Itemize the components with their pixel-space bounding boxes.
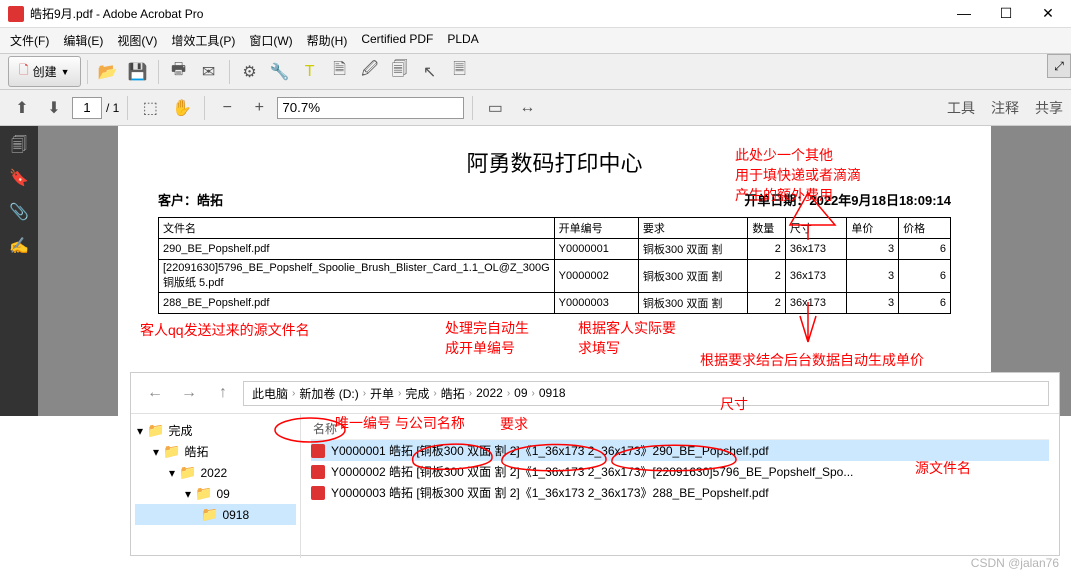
page-up-button[interactable]: ⬆ <box>8 94 36 122</box>
window-title: 皓拓9月.pdf - Adobe Acrobat Pro <box>30 5 203 22</box>
pdf-file-icon <box>311 486 325 500</box>
nav-up-button[interactable]: ↑ <box>209 379 237 407</box>
crumb[interactable]: 09 <box>514 386 527 400</box>
file-explorer: ← → ↑ 此电脑› 新加卷 (D:)› 开单› 完成› 皓拓› 2022› 0… <box>130 372 1060 556</box>
hand-tool[interactable]: ✋ <box>168 94 196 122</box>
zoom-out-button[interactable]: − <box>213 94 241 122</box>
app-icon <box>8 6 24 22</box>
close-button[interactable]: ✕ <box>1033 5 1063 22</box>
zoom-select[interactable] <box>277 97 464 119</box>
order-table: 文件名 开单编号 要求 数量 尺寸 单价 价格 290_BE_Popshelf.… <box>158 217 951 314</box>
watermark: CSDN @jalan76 <box>971 556 1059 570</box>
menu-file[interactable]: 文件(F) <box>10 32 49 49</box>
pages-panel-icon[interactable]: 🗐 <box>9 134 29 154</box>
menu-edit[interactable]: 编辑(E) <box>63 32 103 49</box>
signature-panel-icon[interactable]: ✍ <box>9 236 29 256</box>
menu-view[interactable]: 视图(V) <box>117 32 157 49</box>
create-icon: 🗋 <box>19 61 29 82</box>
left-sidebar: 🗐 🔖 📎 ✍ <box>0 126 38 416</box>
date-value: 2022年9月18日18:09:14 <box>809 193 951 208</box>
crumb[interactable]: 新加卷 (D:) <box>299 385 358 402</box>
file-header-name[interactable]: 名称 <box>311 418 1049 440</box>
crumb[interactable]: 皓拓 <box>441 385 465 402</box>
col-size: 尺寸 <box>785 218 846 239</box>
col-req: 要求 <box>638 218 747 239</box>
file-row[interactable]: Y0000003 皓拓 [铜板300 双面 割 2]《1_36x173 2_36… <box>311 482 1049 503</box>
table-row: 288_BE_Popshelf.pdfY0000003铜板300 双面 割236… <box>159 293 951 314</box>
col-filename: 文件名 <box>159 218 555 239</box>
tool-button-4[interactable]: 🗏 <box>446 58 474 86</box>
fit-page-button[interactable]: ▭ <box>481 94 509 122</box>
tool-button-3[interactable]: 🗐 <box>386 58 414 86</box>
select-tool[interactable]: ⬚ <box>136 94 164 122</box>
pdf-file-icon <box>311 444 325 458</box>
menu-certified[interactable]: Certified PDF <box>361 32 433 49</box>
stamp-button[interactable]: 🖉 <box>356 58 384 86</box>
menu-bar: 文件(F) 编辑(E) 视图(V) 增效工具(P) 窗口(W) 帮助(H) Ce… <box>0 28 1071 54</box>
tool-button-1[interactable]: 🔧 <box>266 58 294 86</box>
chevron-down-icon: ▼ <box>61 67 70 77</box>
toolbar-nav: ⬆ ⬇ / 1 ⬚ ✋ − + ▭ ↔ 工具 注释 共享 <box>0 90 1071 126</box>
tab-comment[interactable]: 注释 <box>991 98 1019 118</box>
breadcrumb-bar[interactable]: 此电脑› 新加卷 (D:)› 开单› 完成› 皓拓› 2022› 09› 091… <box>243 381 1049 406</box>
date-label: 开单日期： <box>744 193 809 208</box>
menu-help[interactable]: 帮助(H) <box>307 32 348 49</box>
nav-forward-button[interactable]: → <box>175 379 203 407</box>
col-total: 价格 <box>899 218 951 239</box>
tree-item[interactable]: ▾📁皓拓 <box>135 441 296 462</box>
tab-share[interactable]: 共享 <box>1035 98 1063 118</box>
pdf-file-icon <box>311 465 325 479</box>
tree-item[interactable]: ▾📁09 <box>135 483 296 504</box>
toolbar-main: 🗋 创建 ▼ 📂 💾 🖶 ✉ ⚙ 🔧 T 🗎 🖉 🗐 ↖ 🗏 <box>0 54 1071 90</box>
nav-back-button[interactable]: ← <box>141 379 169 407</box>
crumb[interactable]: 2022 <box>476 386 503 400</box>
table-row: 290_BE_Popshelf.pdfY0000001铜板300 双面 割236… <box>159 239 951 260</box>
bookmarks-panel-icon[interactable]: 🔖 <box>9 168 29 188</box>
col-price: 单价 <box>847 218 899 239</box>
col-orderno: 开单编号 <box>554 218 638 239</box>
file-list: 名称 Y0000001 皓拓 [铜板300 双面 割 2]《1_36x173 2… <box>301 414 1059 558</box>
tool-button-2[interactable]: 🗎 <box>326 58 354 86</box>
minimize-button[interactable]: — <box>949 5 979 22</box>
pdf-title: 阿勇数码打印中心 <box>158 146 951 178</box>
expand-button[interactable]: ⤢ <box>1047 54 1071 78</box>
explorer-nav: ← → ↑ 此电脑› 新加卷 (D:)› 开单› 完成› 皓拓› 2022› 0… <box>131 373 1059 414</box>
maximize-button[interactable]: ☐ <box>991 5 1021 22</box>
col-qty: 数量 <box>748 218 786 239</box>
menu-tools[interactable]: 增效工具(P) <box>171 32 235 49</box>
create-label: 创建 <box>33 63 57 80</box>
customer-value: 皓拓 <box>197 193 223 208</box>
fit-width-button[interactable]: ↔ <box>513 94 541 122</box>
create-button[interactable]: 🗋 创建 ▼ <box>8 56 81 87</box>
tree-item[interactable]: ▾📁完成 <box>135 420 296 441</box>
crumb[interactable]: 完成 <box>405 385 429 402</box>
folder-tree: ▾📁完成 ▾📁皓拓 ▾📁2022 ▾📁09 📁0918 <box>131 414 301 558</box>
menu-window[interactable]: 窗口(W) <box>249 32 292 49</box>
save-button[interactable]: 💾 <box>124 58 152 86</box>
open-button[interactable]: 📂 <box>94 58 122 86</box>
email-button[interactable]: ✉ <box>195 58 223 86</box>
attachments-panel-icon[interactable]: 📎 <box>9 202 29 222</box>
highlight-button[interactable]: T <box>296 58 324 86</box>
customer-label: 客户： <box>158 193 197 208</box>
crumb[interactable]: 此电脑 <box>252 385 288 402</box>
tree-item[interactable]: ▾📁2022 <box>135 462 296 483</box>
page-down-button[interactable]: ⬇ <box>40 94 68 122</box>
table-row: [22091630]5796_BE_Popshelf_Spoolie_Brush… <box>159 260 951 293</box>
pointer-button[interactable]: ↖ <box>416 58 444 86</box>
window-titlebar: 皓拓9月.pdf - Adobe Acrobat Pro — ☐ ✕ <box>0 0 1071 28</box>
tree-item[interactable]: 📁0918 <box>135 504 296 525</box>
crumb[interactable]: 0918 <box>539 386 566 400</box>
menu-plda[interactable]: PLDA <box>447 32 478 49</box>
print-button[interactable]: 🖶 <box>165 58 193 86</box>
page-total: / 1 <box>106 101 119 115</box>
settings-button[interactable]: ⚙ <box>236 58 264 86</box>
page-number-input[interactable] <box>72 97 102 119</box>
zoom-in-button[interactable]: + <box>245 94 273 122</box>
crumb[interactable]: 开单 <box>370 385 394 402</box>
file-row[interactable]: Y0000001 皓拓 [铜板300 双面 割 2]《1_36x173 2_36… <box>311 440 1049 461</box>
file-row[interactable]: Y0000002 皓拓 [铜板300 双面 割 2]《1_36x173 2_36… <box>311 461 1049 482</box>
tab-tools[interactable]: 工具 <box>947 98 975 118</box>
